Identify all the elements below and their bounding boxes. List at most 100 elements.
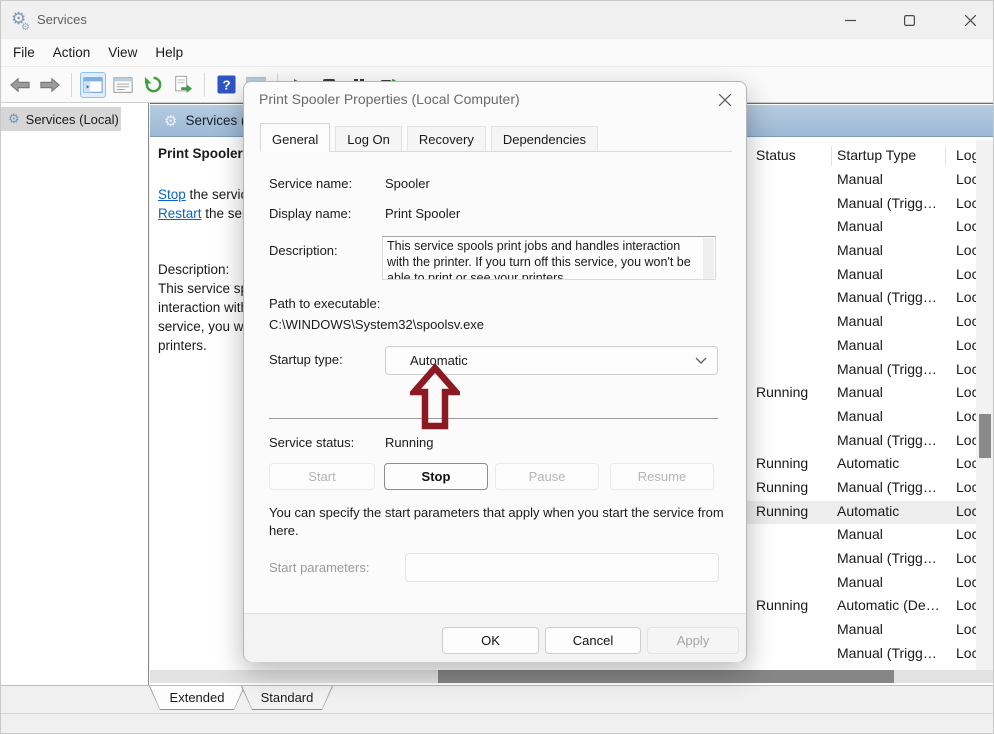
apply-button[interactable]: Apply xyxy=(647,627,739,654)
description-scrollbar[interactable] xyxy=(703,238,714,280)
tab-general[interactable]: General xyxy=(260,123,330,152)
startup-type-label: Startup type: xyxy=(269,352,343,367)
dialog-close-button[interactable] xyxy=(712,88,738,112)
cell-log: Loc xyxy=(956,171,976,187)
cell-status: Running xyxy=(756,455,808,471)
cell-startup: Manual xyxy=(837,526,883,542)
description-field[interactable]: This service spools print jobs and handl… xyxy=(382,236,716,280)
minimize-icon xyxy=(845,15,856,26)
export-list-icon[interactable] xyxy=(170,72,196,98)
cell-log: Loc xyxy=(956,597,976,613)
cell-startup: Manual xyxy=(837,408,883,424)
resume-button[interactable]: Resume xyxy=(610,463,714,490)
column-divider xyxy=(831,146,832,166)
menubar: File Action View Help xyxy=(1,39,994,66)
cell-log: Loc xyxy=(956,361,976,377)
vertical-scrollbar[interactable] xyxy=(976,140,994,670)
gear-icon: ⚙ xyxy=(164,112,177,130)
close-button[interactable] xyxy=(947,1,993,39)
view-tabs-bar: Extended Standard xyxy=(1,685,994,713)
cancel-button[interactable]: Cancel xyxy=(545,627,641,654)
cell-startup: Manual xyxy=(837,218,883,234)
cell-log: Loc xyxy=(956,408,976,424)
column-divider xyxy=(945,146,946,166)
menu-file[interactable]: File xyxy=(11,43,37,62)
refresh-icon[interactable] xyxy=(140,72,166,98)
pause-button[interactable]: Pause xyxy=(495,463,599,490)
cell-startup: Manual (Trigg… xyxy=(837,550,937,566)
cell-log: Loc xyxy=(956,337,976,353)
cell-startup: Automatic xyxy=(837,503,899,519)
minimize-button[interactable] xyxy=(827,1,873,39)
svg-text:?: ? xyxy=(222,77,230,92)
chevron-down-icon xyxy=(695,357,707,365)
column-status[interactable]: Status xyxy=(756,147,796,163)
cell-startup: Manual xyxy=(837,242,883,258)
ok-button[interactable]: OK xyxy=(442,627,539,654)
cell-startup: Manual (Trigg… xyxy=(837,645,937,661)
cell-startup: Manual xyxy=(837,621,883,637)
dialog-tab-strip: General Log On Recovery Dependencies xyxy=(260,126,598,152)
service-name-value: Spooler xyxy=(385,176,430,191)
description-value: This service spools print jobs and handl… xyxy=(387,239,691,280)
tab-dependencies[interactable]: Dependencies xyxy=(491,126,598,152)
restart-service-link[interactable]: Restart xyxy=(158,206,202,221)
menu-action[interactable]: Action xyxy=(51,43,93,62)
back-icon[interactable] xyxy=(7,72,33,98)
tab-standard[interactable]: Standard xyxy=(241,686,333,710)
cell-log: Loc xyxy=(956,195,976,211)
menu-view[interactable]: View xyxy=(106,43,139,62)
properties-dialog: Print Spooler Properties (Local Computer… xyxy=(243,81,747,662)
cell-startup: Manual xyxy=(837,171,883,187)
tree-item-services-local[interactable]: ⚙ Services (Local) xyxy=(1,107,121,131)
cell-startup: Manual (Trigg… xyxy=(837,432,937,448)
start-params-label: Start parameters: xyxy=(269,560,369,575)
services-gear-icon: ⚙⚙ xyxy=(11,8,26,30)
tab-extended[interactable]: Extended xyxy=(149,686,245,710)
titlebar: ⚙⚙ Services xyxy=(1,1,994,39)
maximize-icon xyxy=(904,15,915,26)
tab-recovery[interactable]: Recovery xyxy=(407,126,486,152)
forward-icon[interactable] xyxy=(37,72,63,98)
cell-status: Running xyxy=(756,503,808,519)
services-window: ⚙⚙ Services File Action View Help ? xyxy=(0,0,994,734)
cell-startup: Manual xyxy=(837,266,883,282)
cell-log: Loc xyxy=(956,218,976,234)
cell-status: Running xyxy=(756,384,808,400)
dialog-footer: OK Cancel Apply xyxy=(244,613,746,662)
properties-icon[interactable] xyxy=(110,72,136,98)
cell-status: Running xyxy=(756,597,808,613)
column-startup-type[interactable]: Startup Type xyxy=(837,147,916,163)
show-console-tree-icon[interactable] xyxy=(80,72,106,98)
window-title: Services xyxy=(37,12,87,27)
vertical-scrollbar-thumb[interactable] xyxy=(979,414,991,458)
start-button[interactable]: Start xyxy=(269,463,375,490)
menu-help[interactable]: Help xyxy=(153,43,185,62)
start-params-input[interactable] xyxy=(405,553,719,582)
display-name-value: Print Spooler xyxy=(385,206,460,221)
cell-startup: Manual (Trigg… xyxy=(837,361,937,377)
cell-log: Loc xyxy=(956,266,976,282)
display-name-label: Display name: xyxy=(269,206,351,221)
cell-log: Loc xyxy=(956,455,976,471)
dialog-title: Print Spooler Properties (Local Computer… xyxy=(259,91,520,107)
gear-icon: ⚙ xyxy=(8,111,20,127)
cell-startup: Manual xyxy=(837,384,883,400)
cell-log: Loc xyxy=(956,313,976,329)
cell-startup: Automatic (De… xyxy=(837,597,940,613)
cell-log: Loc xyxy=(956,621,976,637)
console-tree-panel: ⚙ Services (Local) xyxy=(1,103,149,685)
cell-startup: Manual xyxy=(837,313,883,329)
path-label: Path to executable: xyxy=(269,296,380,311)
cell-startup: Manual xyxy=(837,337,883,353)
maximize-button[interactable] xyxy=(886,1,932,39)
horizontal-scrollbar[interactable] xyxy=(150,670,994,683)
stop-button[interactable]: Stop xyxy=(384,463,488,490)
tab-log-on[interactable]: Log On xyxy=(335,126,402,152)
horizontal-scrollbar-thumb[interactable] xyxy=(438,670,894,683)
help-icon[interactable]: ? xyxy=(213,72,239,98)
cell-log: Loc xyxy=(956,242,976,258)
cell-log: Loc xyxy=(956,384,976,400)
cell-log: Loc xyxy=(956,645,976,661)
stop-service-link[interactable]: Stop xyxy=(158,187,186,202)
